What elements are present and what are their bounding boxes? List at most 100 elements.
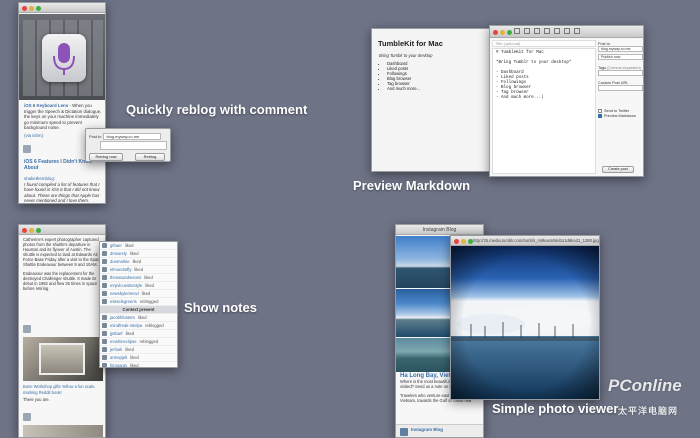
avatar[interactable] [23,325,31,333]
note-row[interactable]: armepjelt liked [100,354,177,362]
note-username[interactable]: newsbylemnovl [110,291,139,296]
note-avatar[interactable] [102,363,107,367]
blog-select[interactable]: blog.myway.co.me [598,46,643,52]
minimize-window-button[interactable] [500,29,505,35]
note-username[interactable]: mindfreak-intelpa [110,323,142,328]
create-post-button[interactable]: Create post [602,166,634,173]
notes-list: gthaer liked dmsurely liked dunmarkie liked el… [100,242,177,367]
note-username[interactable]: missclegreens [110,299,137,304]
quote-post-icon[interactable] [534,28,540,34]
zoom-window-button[interactable] [36,5,41,11]
note-row[interactable]: dunmarkie liked [100,258,177,266]
note-avatar[interactable] [102,331,107,336]
note-row[interactable]: moshineclipse reblogged [100,338,177,346]
note-username[interactable]: hirosagin [110,363,127,367]
zoom-window-button[interactable] [468,238,473,244]
post-paragraph: Catherine's expert photographer captured… [23,237,102,268]
note-row[interactable]: newsbylemnovl liked [100,290,177,298]
note-avatar[interactable] [102,275,107,280]
close-window-button[interactable] [454,238,459,244]
note-row[interactable]: gthaer liked [100,242,177,250]
note-row[interactable]: thenaturalresons liked [100,274,177,282]
photo-post-icon[interactable] [524,28,530,34]
video-post-icon[interactable] [574,28,580,34]
reblog-button[interactable]: Reblog [135,153,165,161]
note-avatar[interactable] [102,299,107,304]
note-username[interactable]: dunmarkie [110,259,130,264]
preview-markdown-checkbox[interactable] [598,114,602,118]
markdown-textarea[interactable]: # TumbleKit for Mac *Bring Tumblr to you… [492,48,596,174]
note-avatar[interactable] [102,243,107,248]
blog-select[interactable]: blog.myway.co.me [103,133,162,140]
note-avatar[interactable] [102,347,107,352]
note-row[interactable]: mrpvlcuestiontyle liked [100,282,177,290]
note-avatar[interactable] [102,259,107,264]
note-username[interactable]: jpsbarf [110,331,123,336]
zoom-window-button[interactable] [507,29,512,35]
note-avatar[interactable] [102,323,107,328]
text-post-icon[interactable] [514,28,520,34]
note-username[interactable]: jacobhfosters [110,315,135,320]
close-window-button[interactable] [493,29,498,35]
titlebar [19,225,105,235]
minimize-window-button[interactable] [29,227,34,233]
footer-title[interactable]: Instagram Blog [411,427,443,433]
caption-text: There you are. [23,397,50,403]
avatar[interactable] [23,145,31,153]
note-row[interactable]: jacobhfosters liked [100,314,177,322]
note-avatar[interactable] [102,283,107,288]
avatar[interactable] [400,428,408,436]
note-username[interactable]: moshineclipse [110,339,137,344]
notes-caption: Bone Workshop gifts Yellow a fun scale, … [23,384,103,403]
title-input[interactable]: Title (optional) [492,40,596,47]
post-photo[interactable] [19,14,105,100]
post2: iOS 6 Features I Didn't Know About shake… [24,159,104,203]
minimize-window-button[interactable] [29,5,34,11]
preview-title: TumbleKit for Mac [378,39,443,48]
audio-post-icon[interactable] [564,28,570,34]
reblog-feature-label: Quickly reblog with comment [126,102,308,117]
note-row[interactable]: dmsurely liked [100,250,177,258]
reblog-app-window: iOS 6 Keyboard Lens - When you trigger t… [18,2,106,204]
close-window-button[interactable] [22,227,27,233]
note-avatar[interactable] [102,267,107,272]
chat-post-icon[interactable] [554,28,560,34]
twitter-checkbox[interactable] [598,109,602,113]
reblog-mode-select[interactable]: Reblog now [89,153,123,161]
note-avatar[interactable] [102,315,107,320]
tags-input[interactable] [598,70,643,76]
link-post-icon[interactable] [544,28,550,34]
minimize-window-button[interactable] [461,238,466,244]
note-avatar[interactable] [102,339,107,344]
custom-url-input[interactable] [598,85,643,91]
note-row[interactable]: jerlook liked [100,346,177,354]
comment-input[interactable] [100,141,167,150]
publish-select[interactable]: Publish now [598,54,643,60]
note-row[interactable]: jpsbarf liked [100,330,177,338]
note-row[interactable]: hirosagin liked [100,362,177,367]
note-row[interactable]: missclegreens reblogged [100,298,177,306]
context-present-row[interactable]: Context present [100,306,177,314]
note-username[interactable]: gthaer [110,243,122,248]
post-type-toolbar [514,28,580,34]
note-avatar[interactable] [102,251,107,256]
note-username[interactable]: armepjelt [110,355,127,360]
close-window-button[interactable] [22,5,27,11]
note-username[interactable]: thenaturalresons [110,275,141,280]
post-photo[interactable] [23,337,103,381]
note-row[interactable]: mindfreak-intelpa reblogged [100,322,177,330]
note-username[interactable]: dmsurely [110,251,127,256]
viewer-photo[interactable] [451,246,599,399]
avatar[interactable] [23,413,31,421]
note-username[interactable]: jerlook [110,347,122,352]
note-username[interactable]: elmundotfly [110,267,131,272]
note-avatar[interactable] [102,355,107,360]
post-photo-2[interactable] [23,425,103,437]
zoom-window-button[interactable] [36,227,41,233]
note-username[interactable]: mrpvlcuestiontyle [110,283,142,288]
post-link[interactable]: iOS 6 Keyboard Lens [24,103,68,108]
viewer-url: http://25.media.tumblr.com/tumblr_m9kaxm… [473,238,599,243]
note-avatar[interactable] [102,291,107,296]
note-row[interactable]: elmundotfly liked [100,266,177,274]
caption-link[interactable]: Bone Workshop gifts Yellow a fun scale, … [23,384,103,395]
